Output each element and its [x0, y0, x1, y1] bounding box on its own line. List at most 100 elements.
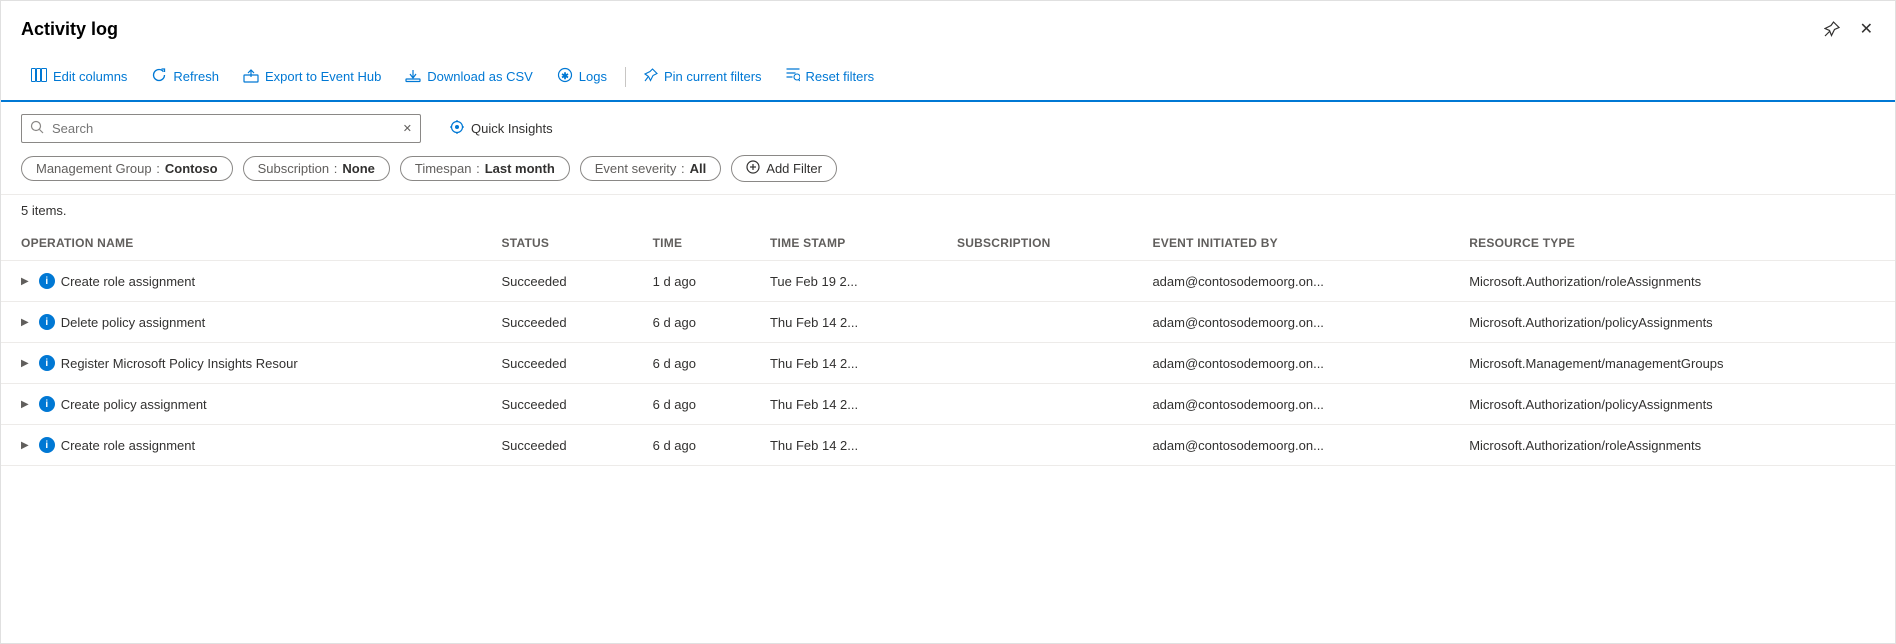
- timespan-filter[interactable]: Timespan : Last month: [400, 156, 570, 181]
- timespan-filter-label: Timespan :: [415, 161, 481, 176]
- table-row[interactable]: ▶ i Register Microsoft Policy Insights R…: [1, 343, 1895, 384]
- col-time-stamp[interactable]: TIME STAMP: [750, 226, 937, 261]
- reset-filters-icon: [786, 68, 800, 85]
- management-group-filter[interactable]: Management Group : Contoso: [21, 156, 233, 181]
- table-row[interactable]: ▶ i Create role assignment Succeeded 6 d…: [1, 425, 1895, 466]
- close-button[interactable]: ✕: [1858, 17, 1875, 41]
- subscription-filter-label: Subscription :: [258, 161, 339, 176]
- filter-section: ✕ Quick Insights Management: [1, 102, 1895, 195]
- search-input[interactable]: [52, 121, 395, 136]
- row-expand-icon[interactable]: ▶: [21, 276, 29, 287]
- initiated-by-cell: adam@contosodemoorg.on...: [1132, 384, 1449, 425]
- timestamp-cell: Tue Feb 19 2...: [750, 261, 937, 302]
- timestamp-cell: Thu Feb 14 2...: [750, 343, 937, 384]
- initiated-by-cell: adam@contosodemoorg.on...: [1132, 302, 1449, 343]
- subscription-filter[interactable]: Subscription : None: [243, 156, 390, 181]
- resource-type-cell: Microsoft.Authorization/roleAssignments: [1449, 425, 1895, 466]
- initiated-by-cell: adam@contosodemoorg.on...: [1132, 261, 1449, 302]
- row-expand-icon[interactable]: ▶: [21, 317, 29, 328]
- info-icon: i: [39, 437, 55, 453]
- status-cell: Succeeded: [482, 384, 633, 425]
- operation-name-cell: ▶ i Delete policy assignment: [21, 314, 470, 330]
- refresh-icon: [151, 67, 167, 86]
- title-bar-left: Activity log: [21, 19, 118, 40]
- edit-columns-label: Edit columns: [53, 69, 127, 84]
- col-resource-type[interactable]: RESOURCE TYPE: [1449, 226, 1895, 261]
- time-cell: 6 d ago: [633, 302, 750, 343]
- edit-columns-button[interactable]: Edit columns: [21, 62, 137, 91]
- table-body: ▶ i Create role assignment Succeeded 1 d…: [1, 261, 1895, 466]
- refresh-button[interactable]: Refresh: [141, 61, 229, 92]
- pin-button[interactable]: [1822, 19, 1842, 39]
- operation-name: Create role assignment: [61, 438, 195, 453]
- export-event-hub-button[interactable]: Export to Event Hub: [233, 61, 391, 92]
- info-icon: i: [39, 314, 55, 330]
- pin-filters-button[interactable]: Pin current filters: [634, 62, 772, 91]
- search-row: ✕ Quick Insights: [21, 114, 1875, 143]
- col-subscription[interactable]: SUBSCRIPTION: [937, 226, 1132, 261]
- table-header: OPERATION NAME STATUS TIME TIME STAMP SU…: [1, 226, 1895, 261]
- col-operation-name[interactable]: OPERATION NAME: [1, 226, 482, 261]
- reset-filters-label: Reset filters: [806, 69, 875, 84]
- timestamp-cell: Thu Feb 14 2...: [750, 384, 937, 425]
- info-icon: i: [39, 396, 55, 412]
- logs-icon: ✱: [557, 67, 573, 86]
- initiated-by-cell: adam@contosodemoorg.on...: [1132, 343, 1449, 384]
- time-cell: 6 d ago: [633, 343, 750, 384]
- row-expand-icon[interactable]: ▶: [21, 358, 29, 369]
- timespan-filter-value: Last month: [485, 161, 555, 176]
- row-expand-icon[interactable]: ▶: [21, 399, 29, 410]
- reset-filters-button[interactable]: Reset filters: [776, 62, 885, 91]
- resource-type-cell: Microsoft.Authorization/roleAssignments: [1449, 261, 1895, 302]
- add-filter-icon: [746, 160, 760, 177]
- management-group-filter-value: Contoso: [165, 161, 218, 176]
- subscription-filter-value: None: [342, 161, 375, 176]
- title-bar-right: ✕: [1822, 17, 1875, 41]
- table-row[interactable]: ▶ i Create policy assignment Succeeded 6…: [1, 384, 1895, 425]
- event-severity-filter[interactable]: Event severity : All: [580, 156, 722, 181]
- initiated-by-cell: adam@contosodemoorg.on...: [1132, 425, 1449, 466]
- pin-filters-icon: [644, 68, 658, 85]
- resource-type-cell: Microsoft.Management/managementGroups: [1449, 343, 1895, 384]
- search-icon: [30, 120, 44, 137]
- subscription-cell: [937, 384, 1132, 425]
- refresh-label: Refresh: [173, 69, 219, 84]
- add-filter-button[interactable]: Add Filter: [731, 155, 837, 182]
- operation-name: Create policy assignment: [61, 397, 207, 412]
- management-group-filter-label: Management Group :: [36, 161, 161, 176]
- add-filter-label: Add Filter: [766, 161, 822, 176]
- col-event-initiated-by[interactable]: EVENT INITIATED BY: [1132, 226, 1449, 261]
- download-csv-button[interactable]: Download as CSV: [395, 61, 543, 92]
- subscription-cell: [937, 343, 1132, 384]
- activity-log-window: Activity log ✕ Edit col: [0, 0, 1896, 644]
- status-cell: Succeeded: [482, 425, 633, 466]
- table-row[interactable]: ▶ i Create role assignment Succeeded 1 d…: [1, 261, 1895, 302]
- row-expand-icon[interactable]: ▶: [21, 440, 29, 451]
- search-clear-button[interactable]: ✕: [403, 122, 412, 135]
- status-cell: Succeeded: [482, 302, 633, 343]
- subscription-cell: [937, 302, 1132, 343]
- pin-filters-label: Pin current filters: [664, 69, 762, 84]
- status-cell: Succeeded: [482, 343, 633, 384]
- download-csv-label: Download as CSV: [427, 69, 533, 84]
- search-box-container[interactable]: ✕: [21, 114, 421, 143]
- logs-label: Logs: [579, 69, 607, 84]
- table-row[interactable]: ▶ i Delete policy assignment Succeeded 6…: [1, 302, 1895, 343]
- resource-type-cell: Microsoft.Authorization/policyAssignment…: [1449, 384, 1895, 425]
- filter-row: Management Group : Contoso Subscription …: [21, 155, 1875, 182]
- svg-text:✱: ✱: [561, 71, 569, 81]
- activity-log-table: OPERATION NAME STATUS TIME TIME STAMP SU…: [1, 226, 1895, 466]
- operation-name: Register Microsoft Policy Insights Resou…: [61, 356, 298, 371]
- operation-name: Delete policy assignment: [61, 315, 206, 330]
- close-icon: ✕: [1860, 19, 1873, 39]
- event-severity-filter-label: Event severity :: [595, 161, 686, 176]
- quick-insights-button[interactable]: Quick Insights: [441, 115, 561, 142]
- quick-insights-label: Quick Insights: [471, 121, 553, 136]
- time-cell: 1 d ago: [633, 261, 750, 302]
- logs-button[interactable]: ✱ Logs: [547, 61, 617, 92]
- col-status[interactable]: STATUS: [482, 226, 633, 261]
- quick-insights-icon: [449, 119, 465, 138]
- col-time[interactable]: TIME: [633, 226, 750, 261]
- export-event-hub-label: Export to Event Hub: [265, 69, 381, 84]
- export-icon: [243, 67, 259, 86]
